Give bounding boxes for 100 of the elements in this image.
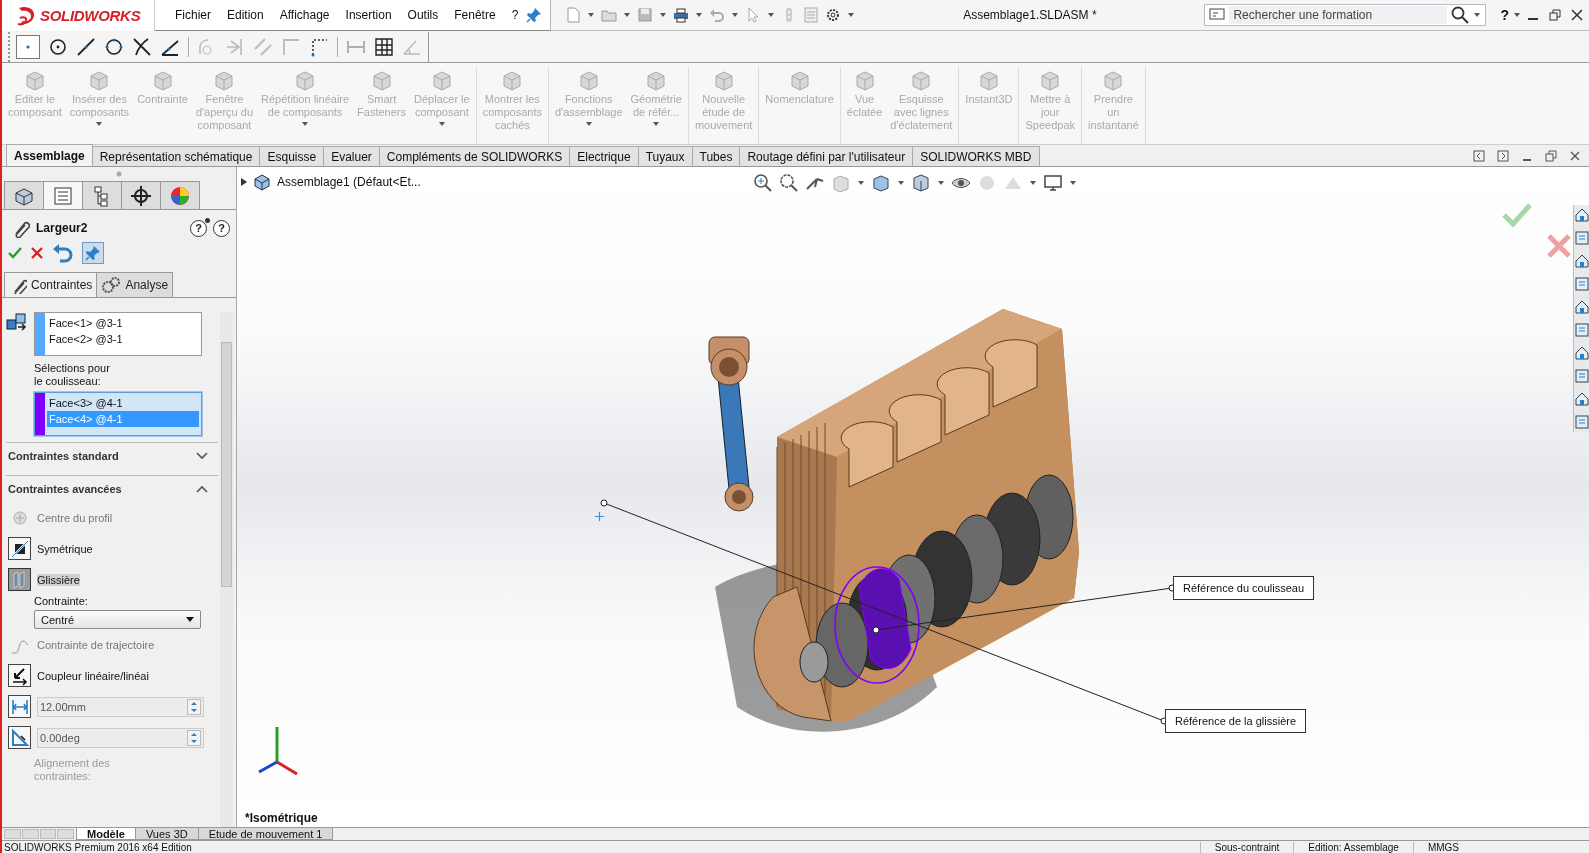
ribbon-tab[interactable]: Assemblage [6, 144, 93, 166]
number-field[interactable]: 0.00deg [37, 727, 204, 748]
search-icon[interactable] [1451, 6, 1470, 24]
selection-list[interactable]: Face<3> @4-1 Face<4> @4-1 [34, 392, 202, 436]
option-button[interactable] [8, 537, 31, 560]
circle-icon[interactable] [104, 36, 124, 57]
caret-icon[interactable] [587, 11, 596, 19]
option-button[interactable] [8, 568, 31, 591]
grid-icon[interactable] [374, 36, 394, 57]
option-label[interactable]: Symétrique [37, 542, 93, 555]
caret-icon[interactable] [847, 11, 856, 19]
menu-item[interactable]: Fenêtre [446, 7, 504, 22]
menu-item[interactable]: Outils [399, 7, 447, 22]
help-button[interactable]: ? [1496, 7, 1513, 23]
ok-checkmark-icon[interactable] [8, 246, 22, 260]
selection-item[interactable]: Face<3> @4-1 [47, 395, 199, 411]
caret-icon[interactable] [897, 179, 905, 187]
selection-list[interactable]: Face<1> @3-1 Face<2> @3-1 [34, 312, 202, 356]
caret-icon[interactable] [1473, 11, 1482, 19]
ribbon-tab[interactable]: Evaluer [323, 146, 380, 166]
option-label[interactable]: Coupleur linéaire/linéai [37, 669, 149, 682]
expand-arrow-icon[interactable] [241, 178, 247, 186]
grip-icon[interactable] [116, 171, 122, 177]
help-button[interactable]: ? [213, 219, 230, 237]
confirm-checkmark-icon[interactable] [1502, 203, 1532, 227]
section-header[interactable]: Contraintes standard [8, 450, 119, 462]
undo-icon[interactable] [52, 243, 74, 263]
selection-item[interactable]: Face<2> @3-1 [47, 331, 199, 347]
printer-icon[interactable] [673, 7, 690, 23]
ribbon-tab[interactable]: SOLIDWORKS MBD [912, 146, 1040, 166]
menu-item[interactable]: Insertion [337, 7, 400, 22]
document-icon[interactable] [1574, 276, 1589, 292]
caret-icon[interactable] [659, 11, 668, 19]
tile-right-icon[interactable] [1497, 150, 1509, 162]
circle-icon[interactable] [48, 36, 68, 57]
restore-icon[interactable] [1545, 150, 1557, 162]
ribbon-tab[interactable]: Routage défini par l'utilisateur [739, 146, 914, 166]
home-icon[interactable] [1574, 207, 1589, 223]
tree-item[interactable]: Assemblage1 (Défaut<Et... [277, 175, 421, 189]
ribbon-tab[interactable]: Tubes [691, 146, 741, 166]
bottom-tab[interactable]: Vues 3D [134, 828, 199, 840]
menu-item[interactable]: Affichage [271, 7, 338, 22]
ribbon-tab[interactable]: Esquisse [259, 146, 325, 166]
pin-icon [85, 245, 101, 261]
collapse-chevron-icon[interactable] [196, 485, 208, 493]
menu-item[interactable]: ? [503, 7, 527, 22]
caret-icon[interactable] [623, 11, 632, 19]
cancel-x-icon[interactable] [30, 246, 44, 260]
caret-icon[interactable] [1029, 179, 1037, 187]
bottom-tab[interactable]: Etude de mouvement 1 [197, 828, 334, 840]
dotted-corner-icon[interactable] [309, 36, 329, 57]
zoom-fit-icon[interactable] [753, 173, 773, 193]
caret-icon[interactable] [857, 179, 865, 187]
scrollbar[interactable] [220, 312, 233, 827]
close-icon[interactable] [1569, 150, 1581, 162]
tile-left-icon[interactable] [1473, 150, 1485, 162]
caret-icon[interactable] [695, 11, 704, 19]
spinner-icon[interactable] [187, 698, 201, 715]
caret-icon[interactable] [1513, 11, 1521, 19]
panel-tab[interactable] [4, 181, 44, 209]
bottom-tab[interactable]: Modèle [76, 828, 136, 840]
ribbon-tab[interactable]: Représentation schématique [91, 146, 261, 166]
selection-item[interactable]: Face<1> @3-1 [47, 315, 199, 331]
close-icon[interactable] [1571, 9, 1583, 21]
section-header[interactable]: Contraintes avancées [8, 483, 122, 495]
expand-chevron-icon[interactable] [196, 452, 208, 460]
option-button[interactable] [8, 726, 31, 749]
settings-icon[interactable] [825, 7, 842, 23]
line-icon[interactable] [76, 36, 96, 57]
crossed-lines-icon[interactable] [132, 36, 152, 57]
display-style-icon[interactable] [911, 173, 931, 193]
caret-icon[interactable] [1069, 179, 1077, 187]
pin-button[interactable] [82, 242, 104, 264]
restore-icon[interactable] [1549, 9, 1561, 21]
pin-icon[interactable] [526, 6, 543, 23]
spinner-icon[interactable] [187, 729, 201, 746]
menu-item[interactable]: Fichier [167, 7, 219, 22]
point-icon[interactable] [16, 34, 40, 59]
caret-icon[interactable] [767, 11, 776, 19]
caret-icon[interactable] [731, 11, 740, 19]
panel-subtab[interactable]: Contraintes [4, 272, 98, 297]
monitor-icon[interactable] [1043, 173, 1063, 193]
search-field[interactable]: Rechercher une formation [1204, 4, 1487, 26]
option-button[interactable] [8, 664, 31, 687]
ribbon-tab[interactable]: Tuyaux [637, 146, 693, 166]
number-field[interactable]: 12.00mm [37, 696, 204, 717]
zoom-area-icon[interactable] [779, 173, 799, 193]
ribbon-tab[interactable]: Compléments de SOLIDWORKS [378, 146, 571, 166]
caret-icon[interactable] [937, 179, 945, 187]
cube-view-icon[interactable] [871, 173, 891, 193]
option-label[interactable]: Glissière [37, 573, 80, 586]
panel-subtab[interactable]: Analyse [96, 272, 174, 297]
option-button[interactable] [8, 695, 31, 718]
panel-tab[interactable] [121, 181, 161, 209]
menu-item[interactable]: Edition [219, 7, 272, 22]
ribbon-tab[interactable]: Electrique [569, 146, 639, 166]
dropdown[interactable]: Centré [34, 610, 201, 629]
help-button[interactable]: ? [190, 219, 207, 237]
scrollbar-thumb[interactable] [221, 342, 232, 587]
list-icon[interactable] [1574, 322, 1589, 338]
